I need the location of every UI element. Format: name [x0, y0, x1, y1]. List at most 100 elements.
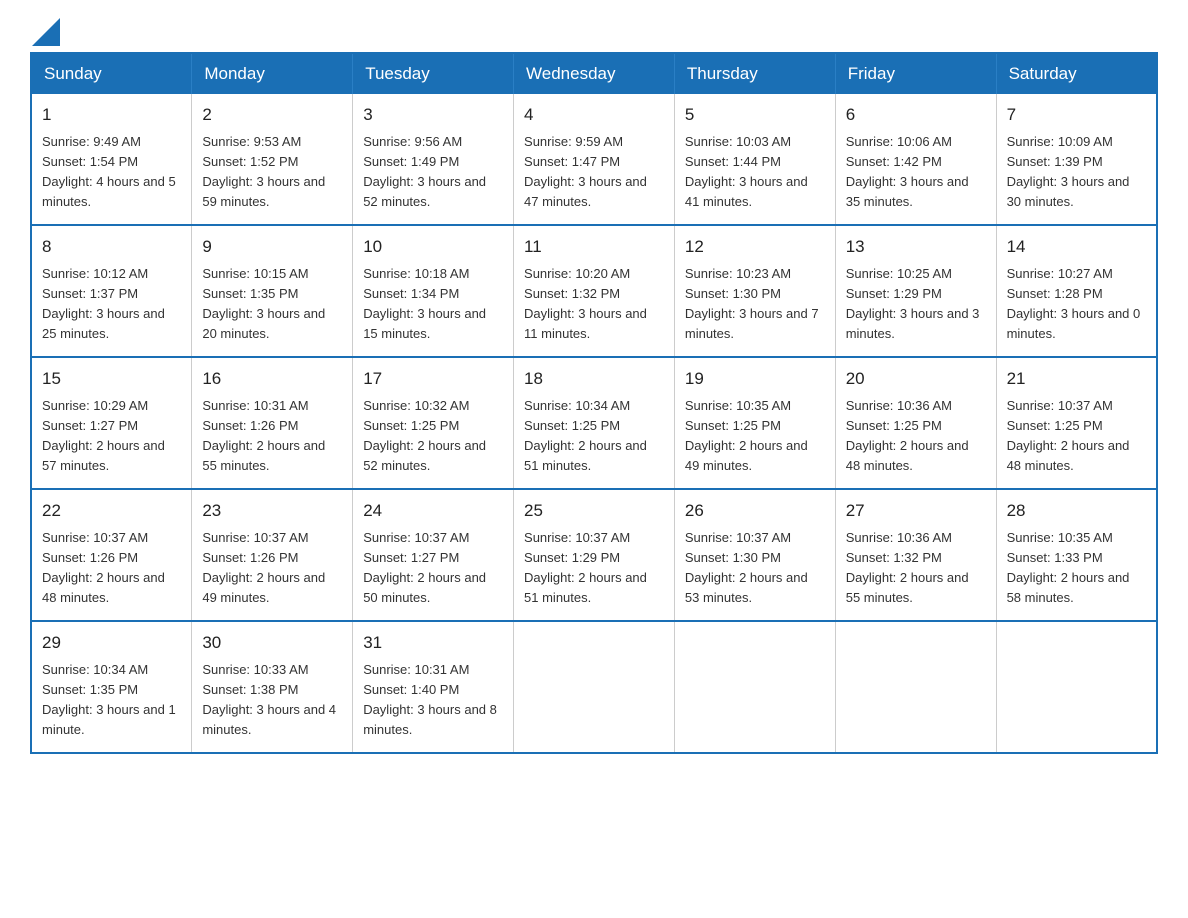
col-header-thursday: Thursday [674, 53, 835, 94]
day-number: 26 [685, 498, 825, 524]
calendar-cell: 3 Sunrise: 9:56 AMSunset: 1:49 PMDaylight… [353, 94, 514, 225]
day-info: Sunrise: 10:31 AMSunset: 1:40 PMDaylight… [363, 660, 503, 741]
day-info: Sunrise: 10:15 AMSunset: 1:35 PMDaylight… [202, 264, 342, 345]
day-info: Sunrise: 9:59 AMSunset: 1:47 PMDaylight:… [524, 132, 664, 213]
day-info: Sunrise: 10:34 AMSunset: 1:25 PMDaylight… [524, 396, 664, 477]
day-number: 12 [685, 234, 825, 260]
day-number: 27 [846, 498, 986, 524]
day-info: Sunrise: 9:49 AMSunset: 1:54 PMDaylight:… [42, 132, 181, 213]
calendar-cell: 4 Sunrise: 9:59 AMSunset: 1:47 PMDaylight… [514, 94, 675, 225]
day-info: Sunrise: 10:03 AMSunset: 1:44 PMDaylight… [685, 132, 825, 213]
calendar-cell: 31 Sunrise: 10:31 AMSunset: 1:40 PMDaylig… [353, 621, 514, 753]
day-info: Sunrise: 10:34 AMSunset: 1:35 PMDaylight… [42, 660, 181, 741]
day-number: 3 [363, 102, 503, 128]
header [30, 20, 1158, 42]
day-number: 17 [363, 366, 503, 392]
calendar-cell: 16 Sunrise: 10:31 AMSunset: 1:26 PMDaylig… [192, 357, 353, 489]
calendar-cell: 21 Sunrise: 10:37 AMSunset: 1:25 PMDaylig… [996, 357, 1157, 489]
day-number: 15 [42, 366, 181, 392]
calendar: Sunday Monday Tuesday Wednesday Thursday… [30, 52, 1158, 754]
calendar-cell: 13 Sunrise: 10:25 AMSunset: 1:29 PMDaylig… [835, 225, 996, 357]
day-info: Sunrise: 10:09 AMSunset: 1:39 PMDaylight… [1007, 132, 1146, 213]
day-number: 21 [1007, 366, 1146, 392]
day-info: Sunrise: 10:37 AMSunset: 1:26 PMDaylight… [42, 528, 181, 609]
calendar-week-row: 15Sunrise: 10:29 AMSunset: 1:27 PMDaylig… [31, 357, 1157, 489]
calendar-cell: 1 Sunrise: 9:49 AMSunset: 1:54 PMDaylight… [31, 94, 192, 225]
day-info: Sunrise: 10:37 AMSunset: 1:27 PMDaylight… [363, 528, 503, 609]
calendar-cell: 28Sunrise: 10:35 AMSunset: 1:33 PMDaylig… [996, 489, 1157, 621]
calendar-cell: 22 Sunrise: 10:37 AMSunset: 1:26 PMDaylig… [31, 489, 192, 621]
day-number: 29 [42, 630, 181, 656]
calendar-cell: 6 Sunrise: 10:06 AMSunset: 1:42 PMDayligh… [835, 94, 996, 225]
day-info: Sunrise: 10:06 AMSunset: 1:42 PMDaylight… [846, 132, 986, 213]
calendar-cell: 29 Sunrise: 10:34 AMSunset: 1:35 PMDaylig… [31, 621, 192, 753]
calendar-cell [835, 621, 996, 753]
calendar-cell: 5Sunrise: 10:03 AMSunset: 1:44 PMDayligh… [674, 94, 835, 225]
day-info: Sunrise: 10:37 AMSunset: 1:25 PMDaylight… [1007, 396, 1146, 477]
calendar-cell: 15Sunrise: 10:29 AMSunset: 1:27 PMDaylig… [31, 357, 192, 489]
day-number: 13 [846, 234, 986, 260]
day-info: Sunrise: 10:37 AMSunset: 1:26 PMDaylight… [202, 528, 342, 609]
day-number: 19 [685, 366, 825, 392]
day-info: Sunrise: 10:35 AMSunset: 1:25 PMDaylight… [685, 396, 825, 477]
day-info: Sunrise: 9:53 AMSunset: 1:52 PMDaylight:… [202, 132, 342, 213]
col-header-friday: Friday [835, 53, 996, 94]
day-number: 4 [524, 102, 664, 128]
day-number: 16 [202, 366, 342, 392]
day-number: 1 [42, 102, 181, 128]
col-header-saturday: Saturday [996, 53, 1157, 94]
col-header-wednesday: Wednesday [514, 53, 675, 94]
day-info: Sunrise: 10:23 AMSunset: 1:30 PMDaylight… [685, 264, 825, 345]
calendar-cell: 7Sunrise: 10:09 AMSunset: 1:39 PMDayligh… [996, 94, 1157, 225]
calendar-cell: 17Sunrise: 10:32 AMSunset: 1:25 PMDaylig… [353, 357, 514, 489]
calendar-cell: 11 Sunrise: 10:20 AMSunset: 1:32 PMDaylig… [514, 225, 675, 357]
calendar-cell: 10Sunrise: 10:18 AMSunset: 1:34 PMDaylig… [353, 225, 514, 357]
day-number: 6 [846, 102, 986, 128]
col-header-monday: Monday [192, 53, 353, 94]
calendar-cell [996, 621, 1157, 753]
day-info: Sunrise: 10:36 AMSunset: 1:32 PMDaylight… [846, 528, 986, 609]
calendar-cell: 18 Sunrise: 10:34 AMSunset: 1:25 PMDaylig… [514, 357, 675, 489]
calendar-cell: 27 Sunrise: 10:36 AMSunset: 1:32 PMDaylig… [835, 489, 996, 621]
calendar-cell [674, 621, 835, 753]
day-info: Sunrise: 10:35 AMSunset: 1:33 PMDaylight… [1007, 528, 1146, 609]
day-number: 10 [363, 234, 503, 260]
day-info: Sunrise: 10:33 AMSunset: 1:38 PMDaylight… [202, 660, 342, 741]
day-number: 2 [202, 102, 342, 128]
day-number: 11 [524, 234, 664, 260]
calendar-cell: 8Sunrise: 10:12 AMSunset: 1:37 PMDayligh… [31, 225, 192, 357]
col-header-tuesday: Tuesday [353, 53, 514, 94]
day-number: 31 [363, 630, 503, 656]
day-number: 25 [524, 498, 664, 524]
logo-icon [32, 18, 60, 46]
calendar-cell: 30 Sunrise: 10:33 AMSunset: 1:38 PMDaylig… [192, 621, 353, 753]
day-number: 22 [42, 498, 181, 524]
day-number: 30 [202, 630, 342, 656]
calendar-cell: 9 Sunrise: 10:15 AMSunset: 1:35 PMDayligh… [192, 225, 353, 357]
logo [30, 20, 60, 42]
calendar-cell: 14 Sunrise: 10:27 AMSunset: 1:28 PMDaylig… [996, 225, 1157, 357]
calendar-week-row: 22 Sunrise: 10:37 AMSunset: 1:26 PMDaylig… [31, 489, 1157, 621]
day-info: Sunrise: 10:31 AMSunset: 1:26 PMDaylight… [202, 396, 342, 477]
calendar-cell [514, 621, 675, 753]
day-info: Sunrise: 10:27 AMSunset: 1:28 PMDaylight… [1007, 264, 1146, 345]
calendar-header-row: Sunday Monday Tuesday Wednesday Thursday… [31, 53, 1157, 94]
page: Sunday Monday Tuesday Wednesday Thursday… [0, 0, 1188, 784]
day-number: 24 [363, 498, 503, 524]
day-info: Sunrise: 10:25 AMSunset: 1:29 PMDaylight… [846, 264, 986, 345]
calendar-cell: 20Sunrise: 10:36 AMSunset: 1:25 PMDaylig… [835, 357, 996, 489]
day-number: 9 [202, 234, 342, 260]
day-number: 23 [202, 498, 342, 524]
day-info: Sunrise: 10:20 AMSunset: 1:32 PMDaylight… [524, 264, 664, 345]
calendar-cell: 12 Sunrise: 10:23 AMSunset: 1:30 PMDaylig… [674, 225, 835, 357]
calendar-cell: 2 Sunrise: 9:53 AMSunset: 1:52 PMDaylight… [192, 94, 353, 225]
logo-left [30, 20, 60, 42]
day-info: Sunrise: 10:37 AMSunset: 1:29 PMDaylight… [524, 528, 664, 609]
day-number: 14 [1007, 234, 1146, 260]
calendar-cell: 25 Sunrise: 10:37 AMSunset: 1:29 PMDaylig… [514, 489, 675, 621]
col-header-sunday: Sunday [31, 53, 192, 94]
day-info: Sunrise: 9:56 AMSunset: 1:49 PMDaylight:… [363, 132, 503, 213]
calendar-cell: 23 Sunrise: 10:37 AMSunset: 1:26 PMDaylig… [192, 489, 353, 621]
day-number: 18 [524, 366, 664, 392]
day-info: Sunrise: 10:12 AMSunset: 1:37 PMDaylight… [42, 264, 181, 345]
